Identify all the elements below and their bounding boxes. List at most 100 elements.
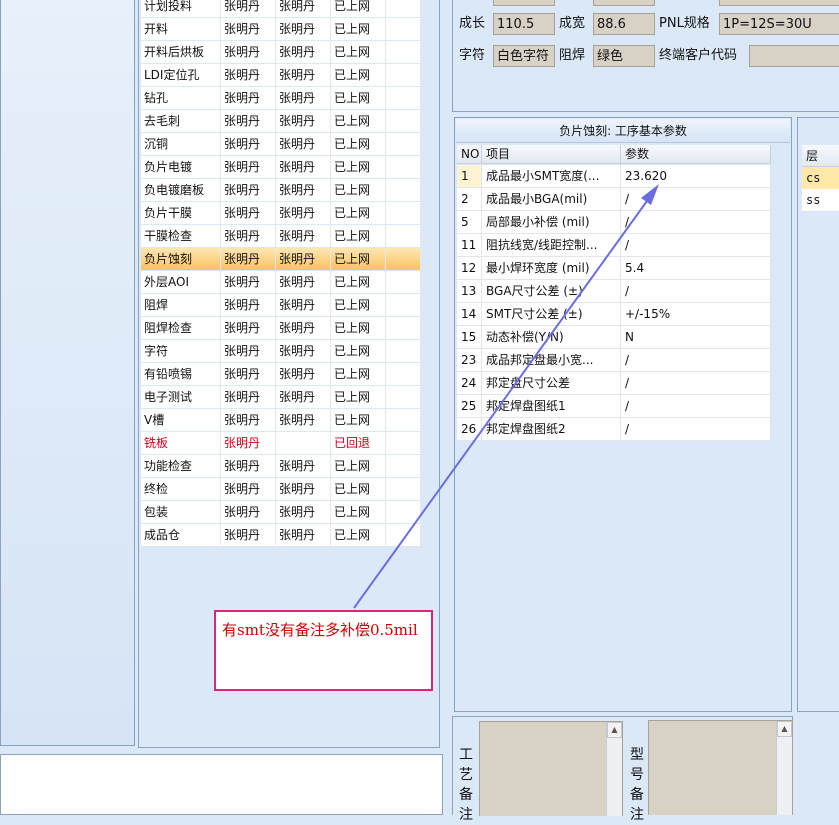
process-row[interactable]: 负电镀磨板 张明丹 张明丹 已上网 xyxy=(141,179,421,203)
process-row[interactable]: 去毛刺 张明丹 张明丹 已上网 xyxy=(141,110,421,134)
character-field[interactable]: 白色字符 xyxy=(493,45,555,67)
status-cell: 已上网 xyxy=(331,64,386,86)
process-row[interactable]: 负片电镀 张明丹 张明丹 已上网 xyxy=(141,156,421,180)
process-row[interactable]: 有铅喷锡 张明丹 张明丹 已上网 xyxy=(141,363,421,387)
process-step-cell: 开料后烘板 xyxy=(141,41,221,63)
growth-field[interactable]: 110.5 xyxy=(493,13,555,35)
width-field[interactable]: 88.6 xyxy=(593,13,655,35)
param-row[interactable]: 23 成品邦定盘最小宽... / xyxy=(457,349,771,372)
checker-cell: 张明丹 xyxy=(276,225,331,247)
process-row[interactable]: 干膜检查 张明丹 张明丹 已上网 xyxy=(141,225,421,249)
process-row[interactable]: LDI定位孔 张明丹 张明丹 已上网 xyxy=(141,64,421,88)
process-remark-textarea[interactable]: ▲ xyxy=(479,721,623,816)
col-header-value[interactable]: 参数 xyxy=(621,145,771,164)
process-row[interactable]: 钻孔 张明丹 张明丹 已上网 xyxy=(141,87,421,111)
annotation-callout: 有smt没有备注多补偿0.5mil xyxy=(214,610,433,691)
process-row[interactable]: 包装 张明丹 张明丹 已上网 xyxy=(141,501,421,525)
process-row[interactable]: 计划投料 张明丹 张明丹 已上网 xyxy=(141,0,421,19)
process-step-cell: 沉铜 xyxy=(141,133,221,155)
status-cell: 已上网 xyxy=(331,363,386,385)
character-label: 字符 xyxy=(459,48,486,63)
param-item-cell: 成品最小BGA(mil) xyxy=(482,188,621,211)
process-step-cell: 铣板 xyxy=(141,432,221,454)
process-step-cell: 钻孔 xyxy=(141,87,221,109)
operator-cell: 张明丹 xyxy=(221,202,276,224)
param-row[interactable]: 13 BGA尺寸公差 (±) / xyxy=(457,280,771,303)
type-remark-textarea[interactable]: ▲ xyxy=(648,720,793,815)
param-row[interactable]: 5 局部最小补偿 (mil) / xyxy=(457,211,771,234)
status-cell: 已上网 xyxy=(331,317,386,339)
param-row[interactable]: 14 SMT尺寸公差 (±) +/-15% xyxy=(457,303,771,326)
process-row[interactable]: 铣板 张明丹 已回退 xyxy=(141,432,421,456)
checker-cell: 张明丹 xyxy=(276,64,331,86)
checker-cell: 张明丹 xyxy=(276,455,331,477)
checker-cell: 张明丹 xyxy=(276,202,331,224)
param-row[interactable]: 12 最小焊环宽度 (mil) 5.4 xyxy=(457,257,771,280)
process-step-cell: 字符 xyxy=(141,340,221,362)
checker-cell: 张明丹 xyxy=(276,133,331,155)
process-step-cell: 去毛刺 xyxy=(141,110,221,132)
layer-row-ss[interactable]: ss xyxy=(802,189,839,211)
checker-cell: 张明丹 xyxy=(276,179,331,201)
process-row[interactable]: 成品仓 张明丹 张明丹 已上网 xyxy=(141,524,421,548)
process-row[interactable]: 字符 张明丹 张明丹 已上网 xyxy=(141,340,421,364)
empty-cell xyxy=(386,455,421,477)
status-cell: 已上网 xyxy=(331,501,386,523)
operator-cell: 张明丹 xyxy=(221,386,276,408)
type-remark-scrollbar[interactable]: ▲ xyxy=(776,721,792,815)
process-remark-scrollbar[interactable]: ▲ xyxy=(606,722,622,816)
left-navigation-panel xyxy=(0,0,135,746)
process-row[interactable]: 阻焊 张明丹 张明丹 已上网 xyxy=(141,294,421,318)
param-no-cell: 5 xyxy=(457,211,482,234)
operator-cell: 张明丹 xyxy=(221,501,276,523)
process-row[interactable]: 负片蚀刻 张明丹 张明丹 已上网 xyxy=(141,248,421,272)
process-row[interactable]: V槽 张明丹 张明丹 已上网 xyxy=(141,409,421,433)
param-item-cell: 动态补偿(Y/N) xyxy=(482,326,621,349)
param-row[interactable]: 25 邦定焊盘图纸1/ xyxy=(457,395,771,418)
param-row[interactable]: 2 成品最小BGA(mil) / xyxy=(457,188,771,211)
param-value-cell: / xyxy=(621,395,771,418)
operator-cell: 张明丹 xyxy=(221,156,276,178)
process-row[interactable]: 沉铜 张明丹 张明丹 已上网 xyxy=(141,133,421,157)
process-row[interactable]: 开料后烘板 张明丹 张明丹 已上网 xyxy=(141,41,421,65)
process-row[interactable]: 外层AOI 张明丹 张明丹 已上网 xyxy=(141,271,421,295)
process-step-cell: 干膜检查 xyxy=(141,225,221,247)
layer-col-header[interactable]: 层 xyxy=(802,145,839,167)
process-row[interactable]: 电子测试 张明丹 张明丹 已上网 xyxy=(141,386,421,410)
process-row[interactable]: 负片干膜 张明丹 张明丹 已上网 xyxy=(141,202,421,226)
param-item-cell: BGA尺寸公差 (±) xyxy=(482,280,621,303)
status-cell: 已上网 xyxy=(331,294,386,316)
scroll-up-icon[interactable]: ▲ xyxy=(777,721,792,737)
param-item-cell: 局部最小补偿 (mil) xyxy=(482,211,621,234)
process-row[interactable]: 开料 张明丹 张明丹 已上网 xyxy=(141,18,421,42)
process-row[interactable]: 终检 张明丹 张明丹 已上网 xyxy=(141,478,421,502)
param-row[interactable]: 11 阻抗线宽/线距控制... / xyxy=(457,234,771,257)
empty-cell xyxy=(386,386,421,408)
param-value-cell: / xyxy=(621,234,771,257)
field-top-2 xyxy=(593,0,655,6)
operator-cell: 张明丹 xyxy=(221,18,276,40)
process-step-cell: V槽 xyxy=(141,409,221,431)
param-row[interactable]: 24 邦定盘尺寸公差 / xyxy=(457,372,771,395)
param-no-cell: 1 xyxy=(457,165,482,188)
col-header-item[interactable]: 项目 xyxy=(482,145,621,164)
param-item-cell: 邦定盘尺寸公差 xyxy=(482,372,621,395)
status-cell: 已上网 xyxy=(331,225,386,247)
process-step-cell: 成品仓 xyxy=(141,524,221,546)
board-info-panel: 成长 110.5 成宽 88.6 PNL规格 1P=12S=30U 字符 白色字… xyxy=(452,0,839,112)
process-row[interactable]: 功能检查 张明丹 张明丹 已上网 xyxy=(141,455,421,479)
param-row[interactable]: 26 邦定焊盘图纸2/ xyxy=(457,418,771,441)
col-header-no[interactable]: NO xyxy=(457,145,482,164)
layer-row-cs[interactable]: cs xyxy=(802,167,839,189)
param-row[interactable]: 1 成品最小SMT宽度(... 23.620 xyxy=(457,165,771,188)
process-row[interactable]: 阻焊检查 张明丹 张明丹 已上网 xyxy=(141,317,421,341)
pnl-field[interactable]: 1P=12S=30U xyxy=(719,13,839,35)
solder-mask-field[interactable]: 绿色 xyxy=(593,45,655,67)
scroll-up-icon[interactable]: ▲ xyxy=(607,722,622,738)
param-value-cell: / xyxy=(621,349,771,372)
param-row[interactable]: 15 动态补偿(Y/N) N xyxy=(457,326,771,349)
empty-cell xyxy=(386,64,421,86)
empty-cell xyxy=(386,363,421,385)
customer-code-field[interactable] xyxy=(749,45,839,67)
empty-cell xyxy=(386,41,421,63)
